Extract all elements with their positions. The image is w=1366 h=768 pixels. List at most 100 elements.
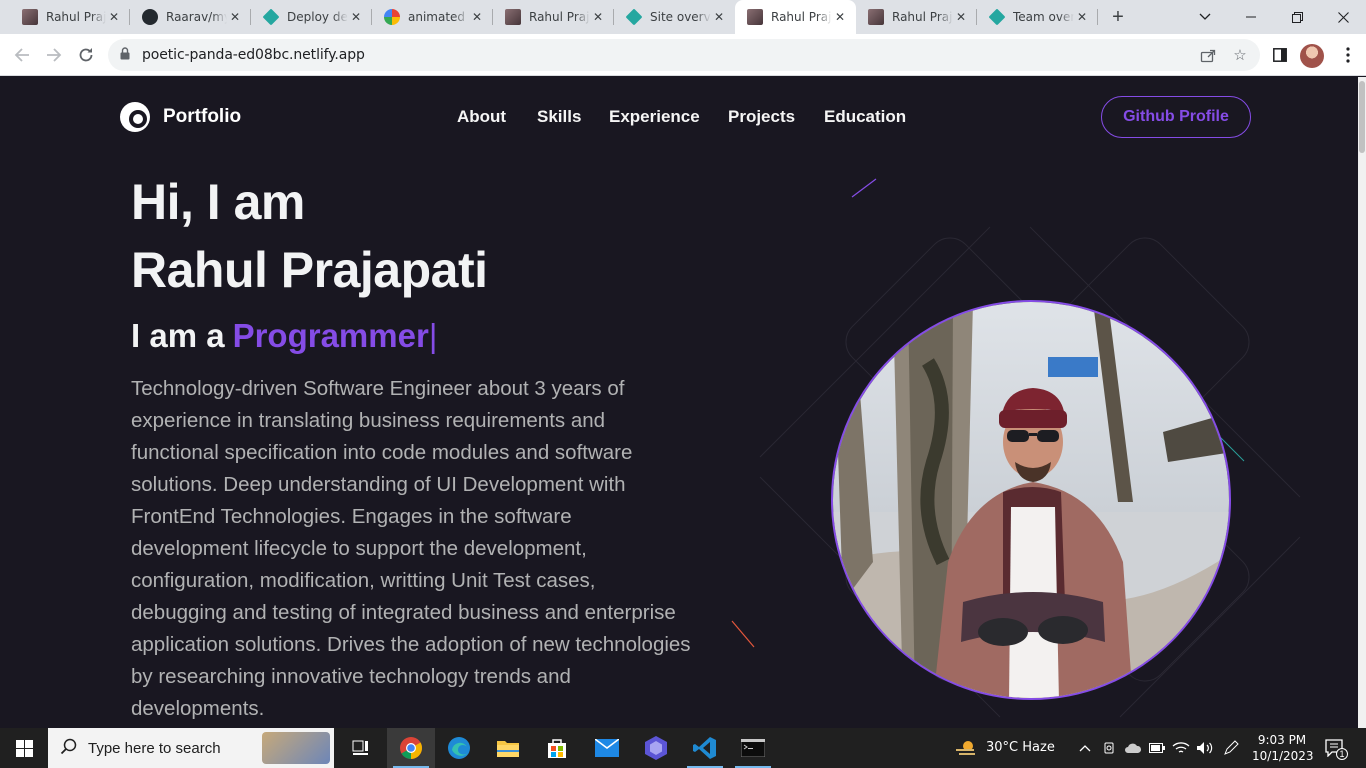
- pen-workspace-icon[interactable]: [1222, 738, 1240, 758]
- system-clock[interactable]: 9:03 PM 10/1/2023: [1252, 732, 1314, 764]
- tab-title: Raarav/my-portfolio: [166, 10, 227, 24]
- mail-icon[interactable]: [583, 728, 631, 768]
- role-line: I am a Programmer|: [131, 317, 437, 355]
- tab-title: animated text: [408, 10, 469, 24]
- power-automate-icon[interactable]: [632, 728, 680, 768]
- microsoft-store-icon[interactable]: [533, 728, 581, 768]
- github-profile-button[interactable]: Github Profile: [1101, 96, 1251, 138]
- new-tab-button[interactable]: +: [1106, 5, 1130, 29]
- brand-name: Portfolio: [163, 106, 242, 127]
- more-menu-icon[interactable]: [1334, 41, 1362, 69]
- role-prefix: I am a: [131, 317, 225, 354]
- profile-avatar[interactable]: [1300, 44, 1324, 68]
- tab-title: Site overview: [650, 10, 711, 24]
- weather-text[interactable]: 30°C Haze: [986, 740, 1055, 755]
- tab-search-chevron-icon[interactable]: [1182, 0, 1228, 34]
- restore-button[interactable]: [1274, 0, 1320, 34]
- clock-date: 10/1/2023: [1252, 749, 1314, 763]
- weather-icon[interactable]: [956, 738, 978, 758]
- terminal-icon[interactable]: [729, 728, 777, 768]
- clock-time: 9:03 PM: [1257, 733, 1307, 747]
- nav-link-about[interactable]: About: [457, 107, 506, 127]
- netlify-icon: [625, 8, 643, 26]
- nav-link-skills[interactable]: Skills: [537, 107, 581, 127]
- side-panel-icon[interactable]: [1266, 41, 1294, 69]
- browser-tab[interactable]: Rahul Prajapati ✕: [10, 0, 130, 34]
- back-button[interactable]: [8, 41, 36, 69]
- task-view-icon[interactable]: [336, 728, 384, 768]
- share-icon[interactable]: [1198, 45, 1218, 65]
- page-scrollbar[interactable]: [1358, 77, 1366, 728]
- battery-icon[interactable]: [1148, 738, 1166, 758]
- tab-favicon-icon: [22, 9, 38, 25]
- search-highlight-image: [262, 732, 330, 764]
- edge-icon[interactable]: [435, 728, 483, 768]
- google-icon: [384, 9, 400, 25]
- tab-close-icon[interactable]: ✕: [590, 9, 606, 25]
- bio-paragraph: Technology-driven Software Engineer abou…: [131, 377, 691, 720]
- browser-tab[interactable]: Deploy details ✕: [251, 0, 372, 34]
- typing-caret: |: [428, 317, 438, 354]
- address-bar[interactable]: poetic-panda-ed08bc.netlify.app ☆: [108, 39, 1260, 71]
- browser-toolbar: poetic-panda-ed08bc.netlify.app ☆: [0, 34, 1366, 76]
- bookmark-star-icon[interactable]: ☆: [1230, 45, 1250, 65]
- volume-icon[interactable]: [1196, 738, 1214, 758]
- tab-close-icon[interactable]: ✕: [348, 9, 364, 25]
- chrome-icon[interactable]: [387, 728, 435, 768]
- tab-close-icon[interactable]: ✕: [106, 9, 122, 25]
- windows-start-button[interactable]: [0, 728, 48, 768]
- tab-close-icon[interactable]: ✕: [469, 9, 485, 25]
- browser-tab[interactable]: Team overview ✕: [977, 0, 1098, 34]
- github-icon: [142, 9, 158, 25]
- browser-tab[interactable]: Rahul Prajapati ✕: [856, 0, 977, 34]
- forward-button[interactable]: [40, 41, 68, 69]
- portfolio-page: Portfolio About Skills Experience Projec…: [0, 77, 1358, 728]
- notification-center-icon[interactable]: 1: [1324, 738, 1348, 760]
- browser-tab[interactable]: animated text ✕: [372, 0, 493, 34]
- tab-title: Rahul Prajapati: [771, 10, 832, 24]
- search-placeholder: Type here to search: [88, 740, 221, 757]
- tab-title: Rahul Prajapati: [892, 10, 953, 24]
- scrollbar-thumb[interactable]: [1359, 81, 1365, 153]
- nav-link-experience[interactable]: Experience: [609, 107, 700, 127]
- nav-link-education[interactable]: Education: [824, 107, 906, 127]
- notification-count-badge: 1: [1336, 748, 1348, 760]
- show-hidden-icons-chevron-icon[interactable]: [1076, 738, 1094, 758]
- tab-favicon-icon: [505, 9, 521, 25]
- tab-strip: Rahul Prajapati ✕ Raarav/my-portfolio ✕ …: [0, 0, 1366, 34]
- browser-tab[interactable]: Rahul Prajapati ✕: [493, 0, 614, 34]
- tab-close-icon[interactable]: ✕: [1074, 9, 1090, 25]
- profile-photo: [831, 300, 1231, 700]
- taskbar-search-box[interactable]: Type here to search: [48, 728, 334, 768]
- greeting-heading: Hi, I am: [131, 174, 305, 230]
- tab-close-icon[interactable]: ✕: [832, 9, 848, 25]
- lock-icon[interactable]: [120, 47, 130, 60]
- reload-button[interactable]: [72, 41, 100, 69]
- meet-now-icon[interactable]: [1100, 738, 1118, 758]
- browser-tab-active[interactable]: Rahul Prajapati ✕: [735, 0, 856, 34]
- windows-logo-icon: [15, 739, 33, 757]
- windows-taskbar: Type here to search 30°C Haze 9:03 PM 10…: [0, 728, 1366, 768]
- minimize-button[interactable]: [1228, 0, 1274, 34]
- tab-title: Deploy details: [287, 10, 348, 24]
- vscode-icon[interactable]: [681, 728, 729, 768]
- typed-role: Programmer: [232, 317, 429, 354]
- tab-title: Team overview: [1013, 10, 1074, 24]
- url-text[interactable]: poetic-panda-ed08bc.netlify.app: [142, 47, 365, 63]
- close-window-button[interactable]: [1320, 0, 1366, 34]
- browser-tab[interactable]: Site overview ✕: [614, 0, 735, 34]
- tab-close-icon[interactable]: ✕: [953, 9, 969, 25]
- tab-close-icon[interactable]: ✕: [227, 9, 243, 25]
- tab-title: Rahul Prajapati: [46, 10, 106, 24]
- tab-favicon-icon: [747, 9, 763, 25]
- browser-tab[interactable]: Raarav/my-portfolio ✕: [130, 0, 251, 34]
- site-logo[interactable]: Portfolio: [118, 100, 241, 134]
- netlify-icon: [988, 8, 1006, 26]
- file-explorer-icon[interactable]: [484, 728, 532, 768]
- onedrive-icon[interactable]: [1124, 738, 1142, 758]
- netlify-icon: [262, 8, 280, 26]
- tab-close-icon[interactable]: ✕: [711, 9, 727, 25]
- nav-link-projects[interactable]: Projects: [728, 107, 795, 127]
- search-icon: [60, 738, 77, 755]
- wifi-icon[interactable]: [1172, 738, 1190, 758]
